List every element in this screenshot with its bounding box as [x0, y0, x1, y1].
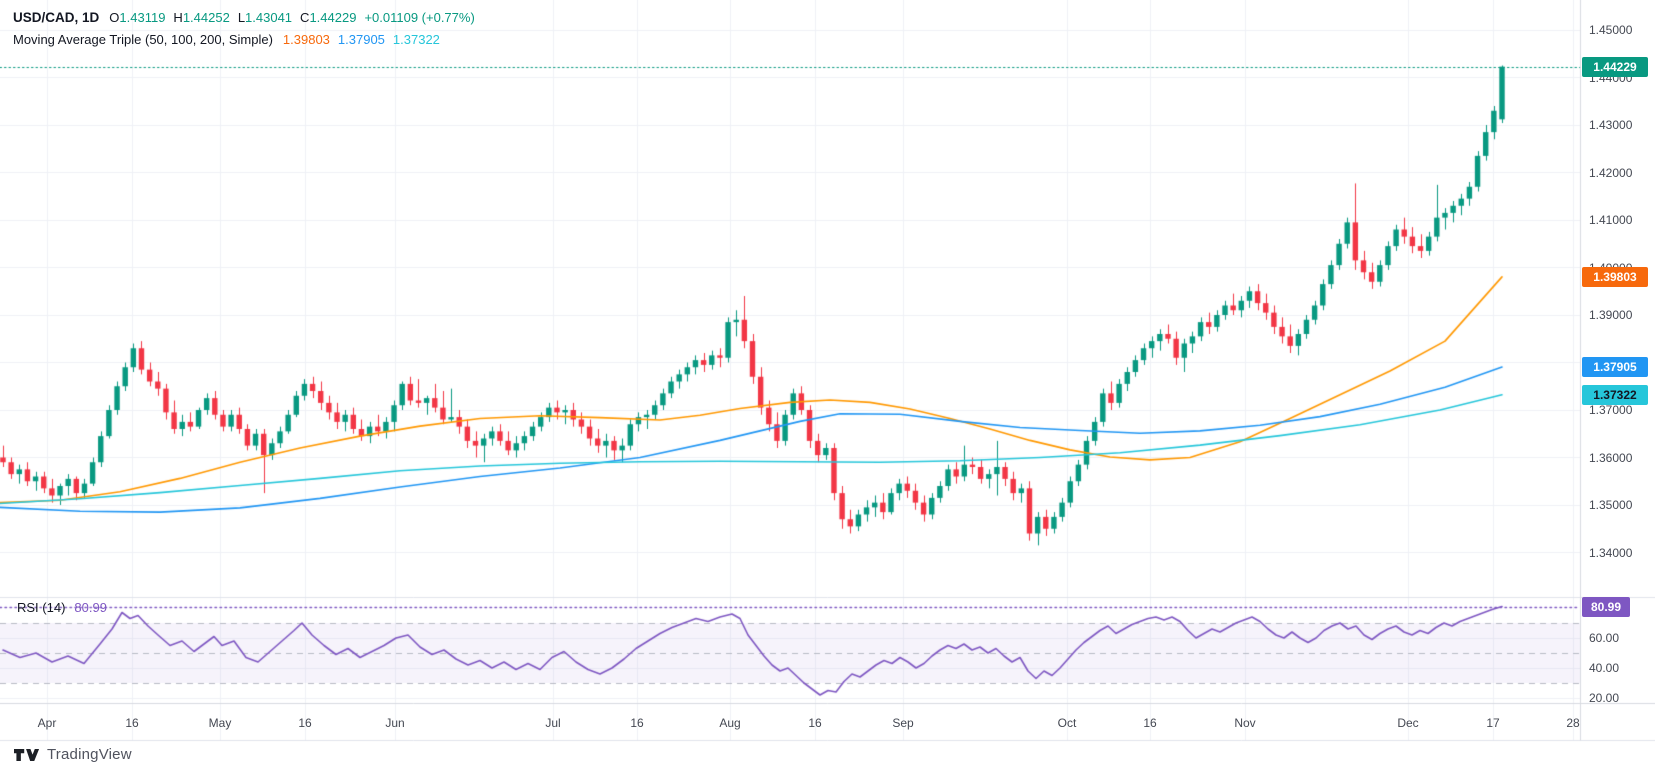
ma-legend-row[interactable]: Moving Average Triple (50, 100, 200, Sim…	[13, 28, 475, 50]
price-tick-label: 1.37000	[1589, 403, 1632, 417]
rsi-indicator-label: RSI (14)	[17, 600, 65, 615]
price-value-badge: 1.44229	[1582, 57, 1648, 77]
chart-plot-area[interactable]	[0, 0, 1655, 779]
ma100-value: 1.37905	[338, 32, 385, 47]
time-tick-label: Jul	[545, 716, 560, 730]
time-tick-label: May	[209, 716, 232, 730]
change-value: +0.01109 (+0.77%)	[364, 10, 474, 25]
tradingview-attribution[interactable]: TradingView	[14, 746, 132, 763]
time-tick-label: 16	[298, 716, 311, 730]
time-tick-label: Dec	[1397, 716, 1418, 730]
price-value-badge: 1.39803	[1582, 267, 1648, 287]
tradingview-logo-icon	[14, 747, 40, 763]
time-tick-label: Jun	[385, 716, 404, 730]
time-tick-label: 28	[1566, 716, 1579, 730]
price-tick-label: 1.34000	[1589, 546, 1632, 560]
time-axis[interactable]	[0, 703, 1580, 740]
ohlc-low: L1.43041	[238, 10, 292, 25]
time-tick-label: 16	[125, 716, 138, 730]
ma200-value: 1.37322	[393, 32, 440, 47]
time-tick-label: Sep	[892, 716, 913, 730]
ohlc-close: C1.44229	[300, 10, 356, 25]
time-tick-label: 17	[1486, 716, 1499, 730]
price-tick-label: 1.35000	[1589, 498, 1632, 512]
time-tick-label: Oct	[1058, 716, 1077, 730]
ma-indicator-label: Moving Average Triple (50, 100, 200, Sim…	[13, 32, 273, 47]
time-tick-label: Nov	[1234, 716, 1255, 730]
price-tick-label: 1.36000	[1589, 451, 1632, 465]
time-tick-label: Apr	[38, 716, 57, 730]
time-tick-label: 16	[1143, 716, 1156, 730]
rsi-value-badge: 80.99	[1582, 597, 1630, 617]
price-tick-label: 1.43000	[1589, 118, 1632, 132]
price-value-badge: 1.37905	[1582, 357, 1648, 377]
price-tick-label: 1.42000	[1589, 166, 1632, 180]
rsi-tick-label: 60.00	[1589, 631, 1619, 645]
rsi-tick-label: 40.00	[1589, 661, 1619, 675]
rsi-tick-label: 20.00	[1589, 691, 1619, 705]
symbol-title: USD/CAD, 1D	[13, 10, 99, 25]
symbol-legend-row[interactable]: USD/CAD, 1D O1.43119 H1.44252 L1.43041 C…	[13, 6, 475, 28]
price-tick-label: 1.39000	[1589, 308, 1632, 322]
price-value-badge: 1.37322	[1582, 385, 1648, 405]
ohlc-open: O1.43119	[109, 10, 165, 25]
tradingview-brand-text: TradingView	[47, 746, 132, 763]
time-tick-label: Aug	[719, 716, 740, 730]
price-tick-label: 1.45000	[1589, 23, 1632, 37]
rsi-legend-row[interactable]: RSI (14) 80.99	[17, 600, 107, 615]
legend: USD/CAD, 1D O1.43119 H1.44252 L1.43041 C…	[13, 6, 475, 50]
ohlc-high: H1.44252	[173, 10, 229, 25]
price-tick-label: 1.41000	[1589, 213, 1632, 227]
time-tick-label: 16	[808, 716, 821, 730]
tradingview-chart: USD/CAD, 1D O1.43119 H1.44252 L1.43041 C…	[0, 0, 1655, 779]
ma50-value: 1.39803	[283, 32, 330, 47]
rsi-value: 80.99	[74, 600, 107, 615]
time-tick-label: 16	[630, 716, 643, 730]
